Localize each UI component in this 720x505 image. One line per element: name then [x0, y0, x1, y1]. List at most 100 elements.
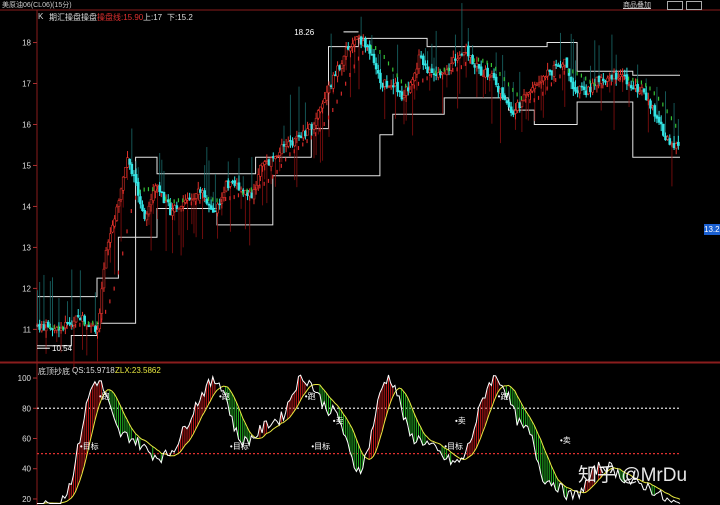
candle-body: [171, 209, 174, 216]
candle-body: [629, 85, 633, 89]
sub-y-tick-label: 40: [22, 465, 31, 474]
candle-body: [479, 66, 483, 76]
candle-body: [119, 188, 123, 200]
candle-body: [608, 75, 612, 78]
candle-body: [147, 205, 151, 215]
window-icon[interactable]: [686, 1, 702, 10]
candle-body: [621, 74, 624, 77]
candle-body: [572, 81, 575, 90]
grid-icon[interactable]: [667, 1, 683, 10]
candle-body: [430, 68, 434, 74]
candle-body: [406, 87, 410, 92]
signal-target: •目标: [230, 441, 249, 451]
candle-body: [484, 69, 487, 78]
candle-body: [578, 85, 582, 94]
candle-body: [638, 91, 642, 94]
candle-body: [557, 65, 560, 67]
candle-body: [501, 87, 504, 98]
candle-body: [599, 77, 603, 84]
candle-body: [106, 241, 110, 251]
candle-body: [424, 63, 427, 66]
candle-body: [505, 100, 509, 104]
candle-body: [647, 99, 650, 101]
candle-body: [640, 86, 644, 92]
candle-body: [126, 157, 129, 168]
candle-body: [524, 94, 528, 96]
candle-body: [441, 72, 444, 75]
candle-body: [458, 55, 462, 59]
candle-body: [617, 77, 620, 80]
candle-body: [91, 324, 95, 327]
candle-body: [464, 46, 468, 53]
candle-body: [376, 70, 380, 74]
candle-body: [278, 152, 281, 156]
candle-body: [653, 105, 657, 117]
candle-body: [338, 65, 342, 70]
candle-body: [353, 39, 357, 46]
sub-y-tick-label: 60: [22, 435, 31, 444]
candle-body: [494, 76, 498, 85]
overlay-commodity-button[interactable]: 商品叠加: [623, 0, 651, 10]
candle-body: [449, 63, 453, 71]
candle-body: [269, 157, 273, 167]
candle-body: [136, 181, 140, 196]
candle-body: [346, 46, 350, 50]
candle-body: [649, 100, 652, 109]
candle-body: [291, 141, 294, 146]
candle-body: [550, 70, 554, 76]
signal-target: •目标: [80, 441, 99, 451]
candle-body: [265, 160, 269, 162]
candle-body: [128, 158, 131, 165]
candle-body: [370, 53, 374, 56]
candle-body: [312, 123, 316, 130]
candle-body: [68, 322, 71, 325]
candle-body: [580, 85, 584, 88]
candle-body: [357, 35, 361, 38]
candle-body: [625, 74, 629, 85]
candle-body: [396, 81, 399, 93]
candle-body: [113, 218, 116, 227]
candle-body: [597, 75, 601, 83]
candle-body: [340, 63, 344, 69]
candle-body: [175, 205, 179, 209]
candle-body: [368, 44, 372, 54]
candle-body: [321, 103, 324, 109]
candle-body: [179, 206, 183, 209]
candle-body: [542, 76, 545, 82]
lower-channel-line: [37, 97, 680, 347]
candle-body: [359, 36, 363, 45]
candle-body: [385, 80, 389, 88]
candle-body: [267, 159, 271, 166]
candle-body: [344, 47, 348, 57]
candle-body: [642, 88, 646, 93]
candle-body: [415, 68, 419, 75]
candle-body: [419, 55, 423, 58]
candle-body: [576, 90, 579, 94]
sub-indicator-name: 底顶抄底: [38, 367, 70, 376]
candle-body: [319, 106, 322, 113]
candle-body: [96, 329, 99, 333]
candle-body: [209, 205, 213, 210]
candle-body: [166, 199, 170, 203]
candle-body: [437, 72, 440, 78]
chart-canvas: 11 12 13 14 15 16 17 18 20 40 60 80 100 18.26 10.54 •跑 •…: [0, 3, 720, 505]
candle-body: [644, 92, 648, 100]
signal-top: •跑: [305, 392, 316, 401]
candle-body: [548, 69, 552, 72]
candle-body: [342, 55, 346, 66]
candle-body: [402, 95, 406, 98]
signal-target: •目标: [311, 441, 330, 451]
candle-body: [141, 204, 144, 212]
candle-body: [46, 321, 50, 328]
candle-body: [244, 190, 247, 195]
candle-body: [497, 85, 500, 93]
candle-body: [361, 40, 365, 47]
candle-body: [659, 121, 663, 125]
candle-body: [89, 324, 93, 327]
candle-body: [231, 180, 234, 183]
main-lower-label: 下:15.2: [167, 13, 193, 22]
candle-body: [670, 143, 674, 146]
sub-y-tick-label: 20: [22, 495, 31, 504]
candle-body: [121, 176, 125, 191]
candle-body: [304, 130, 307, 137]
